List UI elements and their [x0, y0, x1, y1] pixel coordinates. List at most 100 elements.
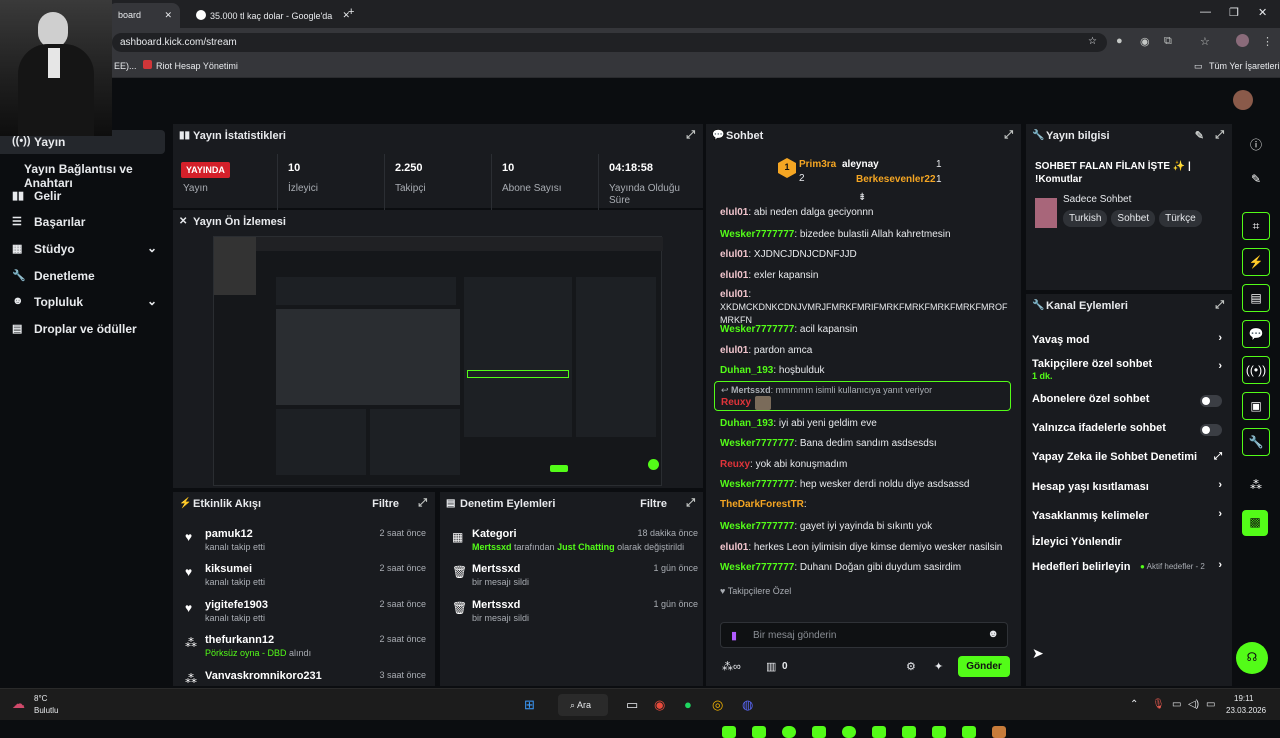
bookmark-icon[interactable]: ☆ [1200, 35, 1210, 48]
expand-icon[interactable]: ⤢ [686, 497, 695, 510]
sidebar-item-studyo[interactable]: ▦ Stüdyo ⌄ [0, 237, 165, 261]
expand-icon[interactable]: ⤢ [1215, 129, 1224, 142]
chat-username[interactable]: Wesker7777777 [720, 479, 794, 490]
spotify-icon[interactable]: ● [684, 697, 692, 712]
expand-icon[interactable]: ⤢ [686, 129, 695, 142]
filter-button[interactable]: Filtre [640, 498, 667, 510]
clock-date[interactable]: 23.03.2026 [1226, 706, 1266, 715]
chat-username[interactable]: elul01 [720, 249, 748, 260]
edit-icon[interactable]: ✎ [1195, 129, 1204, 142]
action-subscribers-only[interactable]: Abonelere özel sohbet [1032, 393, 1222, 415]
chat-username[interactable]: Duhan_193 [720, 365, 773, 376]
sidebar-item-droplar[interactable]: ▤ Droplar ve ödüller [0, 317, 165, 341]
url-input[interactable]: ashboard.kick.com/stream ☆ [112, 33, 1107, 52]
action-emotes-only[interactable]: Yalnızca ifadelerle sohbet [1032, 422, 1222, 444]
sidebar-item-basarilar[interactable]: ☰ Başarılar [0, 210, 165, 234]
chat-username[interactable]: Wesker7777777 [720, 521, 794, 532]
tag[interactable]: Sohbet [1111, 210, 1156, 227]
emote-icon[interactable] [842, 726, 856, 738]
chrome-icon[interactable]: ◎ [712, 697, 723, 713]
tab-dashboard[interactable]: board ✕ [108, 3, 180, 28]
expand-icon[interactable]: ⤢ [1215, 299, 1224, 312]
tag[interactable]: Türkçe [1159, 210, 1202, 227]
emote-icon[interactable] [962, 726, 976, 738]
bookmark-item[interactable]: EE)... [114, 61, 137, 71]
maximize-icon[interactable]: ❐ [1229, 6, 1239, 19]
emote-icon[interactable] [902, 726, 916, 738]
toggle-switch[interactable] [1200, 395, 1222, 407]
leaderboard-user[interactable]: Berkesevenler22 [856, 174, 936, 185]
action-ai-moderation[interactable]: Yapay Zeka ile Sohbet Denetimi ⤢ [1032, 451, 1222, 473]
bookmark-item[interactable]: Riot Hesap Yönetimi [156, 61, 238, 71]
layout-icon[interactable]: ⌗ [1242, 212, 1270, 240]
sidebar-item-stream-key[interactable]: Yayın Bağlantısı ve Anahtarı [0, 157, 165, 190]
action-redirect-viewers[interactable]: İzleyici Yönlendir [1032, 536, 1222, 558]
window-close-icon[interactable]: ✕ [1258, 6, 1267, 19]
all-bookmarks[interactable]: Tüm Yer İşaretleri [1209, 61, 1280, 71]
network-icon[interactable]: ▭ [1172, 699, 1181, 710]
file-explorer-icon[interactable]: ▭ [626, 697, 638, 713]
expand-icon[interactable]: ⤢ [418, 497, 427, 510]
emote-icon[interactable] [872, 726, 886, 738]
chat-username[interactable]: Wesker7777777 [720, 438, 794, 449]
close-icon[interactable]: ✕ [164, 10, 172, 21]
discord-icon[interactable]: ◍ [742, 697, 753, 713]
windows-start-icon[interactable]: ⊞ [524, 697, 535, 713]
emote-icon[interactable] [752, 726, 766, 738]
chat-icon[interactable]: 💬 [1242, 320, 1270, 348]
chat-username[interactable]: elul01 [720, 542, 748, 553]
action-account-age[interactable]: Hesap yaşı kısıtlaması › [1032, 479, 1222, 503]
settings-icon[interactable]: ⚙ [906, 660, 916, 673]
menu-icon[interactable]: ⋮ [1262, 35, 1273, 48]
chat-input[interactable]: ▮ Bir mesaj gönderin ☻ [720, 622, 1008, 648]
document-icon[interactable]: ▤ [1242, 284, 1270, 312]
chat-username[interactable]: elul01 [720, 289, 748, 300]
chat-username[interactable]: elul01 [720, 270, 748, 281]
bolt-icon[interactable]: ⚡ [1242, 248, 1270, 276]
emote-icon[interactable] [722, 726, 736, 738]
toggle-switch[interactable] [1200, 424, 1222, 436]
filter-button[interactable]: Filtre [372, 498, 399, 510]
pin-icon[interactable]: ⇟ [858, 192, 866, 203]
clock-time[interactable]: 19:11 [1234, 694, 1253, 703]
action-slow-mode[interactable]: Yavaş mod › [1032, 332, 1222, 356]
new-tab-icon[interactable]: + [348, 6, 354, 18]
sidebar-item-denetleme[interactable]: 🔧 Denetleme [0, 264, 165, 288]
stream-preview-video[interactable] [213, 236, 663, 486]
volume-icon[interactable]: ◁) [1188, 699, 1199, 710]
action-set-goals[interactable]: Hedefleri belirleyin ● Aktif hedefler - 2… [1032, 559, 1222, 583]
chat-username[interactable]: elul01 [720, 207, 748, 218]
chat-username[interactable]: Reuxy [720, 459, 750, 470]
chevron-up-icon[interactable]: ⌃ [1130, 699, 1138, 710]
users-icon[interactable]: ▣ [1242, 392, 1270, 420]
minimize-icon[interactable]: — [1200, 6, 1211, 18]
support-icon[interactable]: ☊ [1236, 642, 1268, 674]
chat-username[interactable]: Duhan_193 [720, 418, 773, 429]
mic-icon[interactable]: 🎙 [1152, 699, 1165, 710]
expand-icon[interactable]: ⤢ [1004, 129, 1013, 142]
weather-desc[interactable]: Bulutlu [34, 706, 58, 715]
action-banned-words[interactable]: Yasaklanmış kelimeler › [1032, 508, 1222, 532]
sidebar-item-topluluk[interactable]: ☻ Topluluk ⌄ [0, 290, 165, 314]
extension-icon[interactable]: ● [1116, 35, 1123, 47]
emote-icon[interactable] [992, 726, 1006, 738]
weather-temp[interactable]: 8°C [34, 694, 47, 703]
chat-username[interactable]: Wesker7777777 [720, 229, 794, 240]
leaderboard-user[interactable]: Prim3ra [799, 159, 836, 170]
sidebar-item-gelir[interactable]: ▮▮ Gelir [0, 184, 165, 208]
edit-icon[interactable]: ✎ [1240, 164, 1272, 196]
tab-google[interactable]: 35.000 tl kaç dolar - Google'da ✕ [186, 3, 358, 28]
reward-icon[interactable]: ⁂ [1240, 470, 1272, 502]
star-icon[interactable]: ☆ [1088, 36, 1097, 47]
action-followers-only[interactable]: Takipçilere özel sohbet 1 dk. › [1032, 358, 1222, 384]
emote-icon[interactable] [812, 726, 826, 738]
points-icon[interactable]: ⁂∞ [722, 660, 741, 673]
leaderboard-user[interactable]: aleynay [842, 159, 879, 170]
extension-icon[interactable]: ◉ [1140, 35, 1150, 48]
puzzle-icon[interactable]: ⧉ [1164, 35, 1172, 48]
bot-icon[interactable]: ▩ [1242, 510, 1268, 536]
emoji-icon[interactable]: ☻ [987, 628, 999, 640]
emote-icon[interactable] [932, 726, 946, 738]
wrench-icon[interactable]: 🔧 [1242, 428, 1270, 456]
badge-icon[interactable]: ✦ [934, 660, 943, 673]
